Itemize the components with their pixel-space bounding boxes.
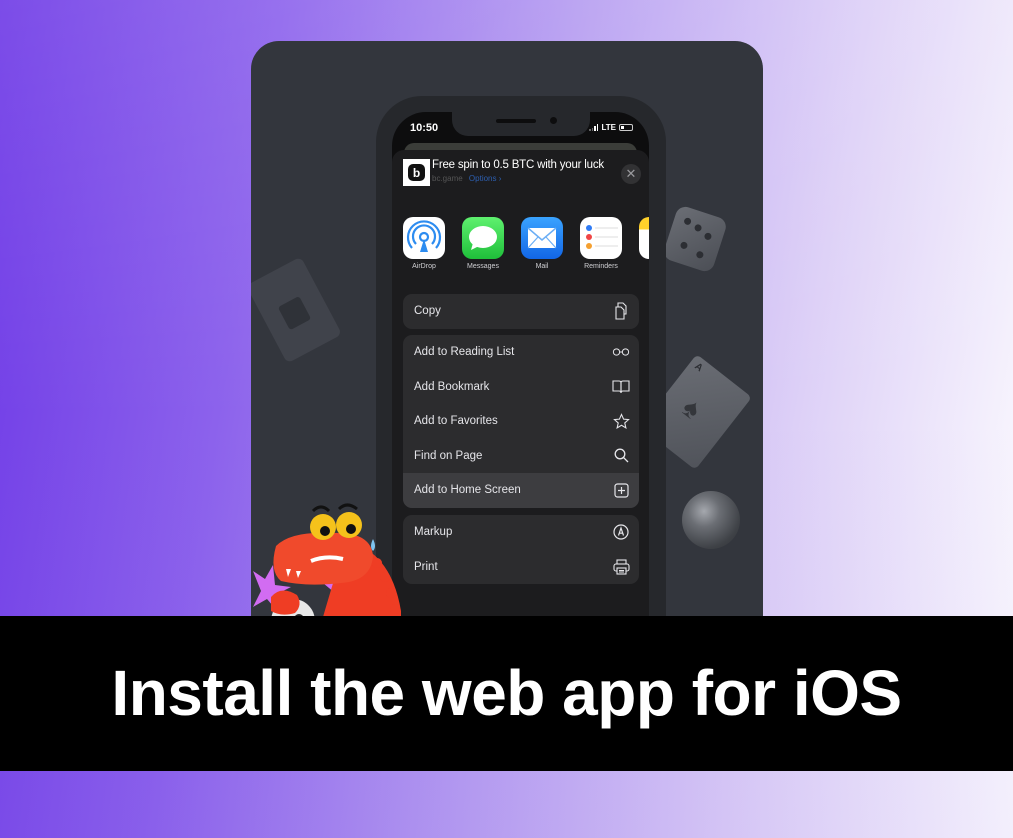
messages-icon: [462, 217, 504, 259]
playing-card-decoration: [251, 256, 343, 364]
share-title: Free spin to 0.5 BTC with your luck: [432, 159, 604, 171]
markup-icon: [612, 523, 630, 541]
promo-card: A ♠ 10:50 LTE b Free spin to 0.5 BTC wit…: [251, 41, 763, 661]
action-group-copy: Copy: [403, 294, 639, 329]
action-group-tools: Markup Print: [403, 515, 639, 584]
phone-screen: 10:50 LTE b Free spin to 0.5 BTC with yo…: [392, 112, 649, 661]
search-icon: [612, 447, 630, 465]
reminders-icon: [580, 217, 622, 259]
app-logo-icon: b: [403, 159, 430, 186]
action-add-bookmark[interactable]: Add Bookmark: [403, 370, 639, 405]
action-add-to-favorites[interactable]: Add to Favorites: [403, 404, 639, 439]
share-subtitle: bc.game Options ›: [432, 174, 501, 183]
copy-icon: [612, 302, 630, 320]
printer-icon: [612, 558, 630, 576]
airdrop-icon: [403, 217, 445, 259]
phone-notch: [452, 112, 590, 136]
share-app-notes[interactable]: [639, 217, 649, 270]
dice-icon: [661, 204, 729, 274]
banner-heading: Install the web app for iOS: [111, 656, 902, 729]
ball-icon: [682, 491, 740, 549]
notes-icon: [639, 217, 649, 259]
network-label: LTE: [601, 123, 616, 132]
action-add-to-home-screen[interactable]: Add to Home Screen: [403, 473, 639, 508]
share-app-reminders[interactable]: Reminders: [580, 217, 622, 270]
chevron-right-icon: ›: [498, 174, 502, 183]
share-app-mail[interactable]: Mail: [521, 217, 563, 270]
share-app-messages[interactable]: Messages: [462, 217, 504, 270]
action-add-to-reading-list[interactable]: Add to Reading List: [403, 335, 639, 370]
install-banner: Install the web app for iOS: [0, 616, 1013, 771]
camera: [550, 117, 557, 124]
share-app-airdrop[interactable]: AirDrop: [403, 217, 445, 270]
share-domain: bc.game: [432, 174, 463, 183]
options-link[interactable]: Options ›: [469, 174, 501, 183]
status-time: 10:50: [410, 122, 439, 134]
close-button[interactable]: ✕: [621, 164, 641, 184]
signal-icon: [589, 124, 599, 131]
mail-icon: [521, 217, 563, 259]
glasses-icon: [612, 343, 630, 361]
share-apps-row: AirDrop Messages Mail Reminders: [403, 217, 649, 270]
star-icon: [612, 412, 630, 430]
plus-square-icon: [612, 481, 630, 499]
share-header: b Free spin to 0.5 BTC with your luck bc…: [403, 159, 641, 191]
action-find-on-page[interactable]: Find on Page: [403, 439, 639, 474]
close-icon: ✕: [625, 166, 637, 181]
status-indicators: LTE: [589, 123, 633, 132]
action-markup[interactable]: Markup: [403, 515, 639, 550]
book-icon: [612, 378, 630, 396]
action-copy[interactable]: Copy: [403, 294, 639, 329]
action-group-browser: Add to Reading List Add Bookmark Add to …: [403, 335, 639, 508]
action-print[interactable]: Print: [403, 550, 639, 585]
battery-icon: [619, 124, 633, 131]
share-sheet: b Free spin to 0.5 BTC with your luck bc…: [392, 150, 649, 661]
speaker: [496, 119, 536, 123]
